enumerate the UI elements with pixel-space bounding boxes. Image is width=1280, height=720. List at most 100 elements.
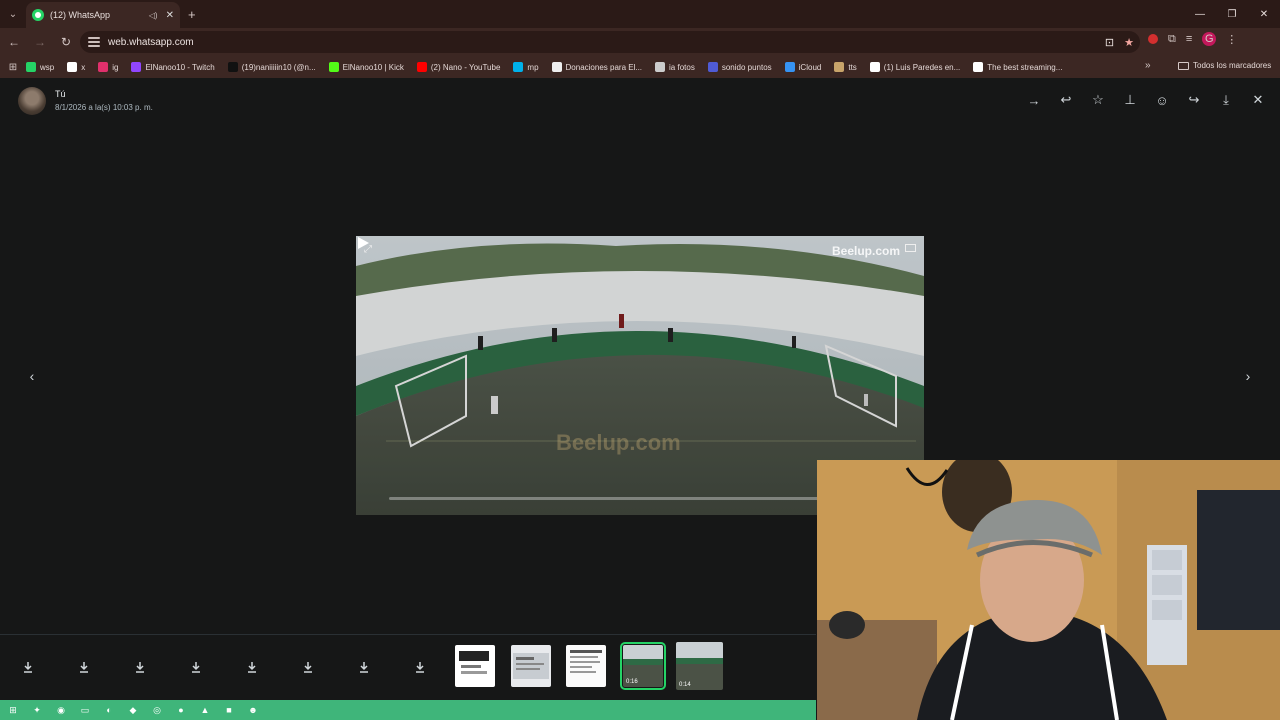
bookmark-label: ig <box>112 62 119 72</box>
x-icon <box>67 62 78 72</box>
speaker-icon[interactable]: ◁) <box>149 11 158 20</box>
go-to-message-icon[interactable]: → <box>1018 90 1050 110</box>
extensions-puzzle-icon[interactable]: ⧉ <box>1168 33 1176 46</box>
taskbar-app-icon[interactable]: ▲ <box>198 703 212 717</box>
all-bookmarks-button[interactable]: Todos los marcadores <box>1178 61 1271 70</box>
bookmark-item[interactable]: ElNanoo10 - Twitch <box>131 62 215 72</box>
media-thumbnail-strip: 0:16 0:14 <box>0 634 816 698</box>
youtube-icon <box>416 62 427 72</box>
picture-in-picture-icon[interactable] <box>905 244 916 252</box>
media-control-icon[interactable]: ≡ <box>1186 33 1192 45</box>
site-info-icon[interactable] <box>88 37 100 47</box>
download-icon <box>24 662 32 673</box>
discord-icon[interactable]: ☻ <box>246 703 260 717</box>
thumbnail-document[interactable] <box>455 645 495 687</box>
apps-grid-icon[interactable]: ⊞ <box>0 62 26 73</box>
star-icon[interactable]: ☆ <box>1082 90 1114 110</box>
new-tab-button[interactable]: + <box>188 7 196 22</box>
thumbnail-screenshot[interactable] <box>511 645 551 687</box>
bookmark-item[interactable]: (19)naniiiiin10 (@n... <box>227 62 316 72</box>
thumbnail-download-button[interactable] <box>280 635 336 699</box>
bookmark-item[interactable]: iCloud <box>784 62 821 72</box>
download-icon <box>136 662 144 673</box>
thumbnail-download-button[interactable] <box>224 635 280 699</box>
thumbnail-video[interactable]: 0:14 <box>676 642 723 690</box>
bookmark-label: (19)naniiiiin10 (@n... <box>241 62 316 72</box>
donation-icon <box>551 62 562 72</box>
browser-menu-icon[interactable]: ⋮ <box>1226 33 1237 46</box>
windows-start-icon[interactable]: ⊞ <box>6 703 20 717</box>
bookmark-item[interactable]: (2) Nano - YouTube <box>416 62 501 72</box>
bookmark-label: mp <box>527 62 539 72</box>
restore-icon[interactable]: ❐ <box>1216 0 1248 28</box>
install-app-icon[interactable]: ⊡ <box>1105 36 1114 49</box>
download-icon[interactable]: ⤓ <box>1210 90 1242 110</box>
spotify-icon[interactable]: ● <box>174 703 188 717</box>
window-controls: — ❐ ✕ <box>1184 0 1280 28</box>
tab-search-icon[interactable]: ⌄ <box>0 0 26 28</box>
play-icon[interactable] <box>356 236 370 250</box>
bookmark-item[interactable]: ig <box>98 62 118 72</box>
forward-icon[interactable]: → <box>28 30 52 54</box>
media-viewer-header: Tú 8/1/2026 a la(s) 10:03 p. m. → ↩ ☆ ⊥ … <box>0 80 1280 120</box>
close-tab-icon[interactable]: ✕ <box>166 10 174 21</box>
folder-icon <box>834 62 845 72</box>
obs-icon[interactable]: ◎ <box>150 703 164 717</box>
browser-tab-bar: ⌄ (12) WhatsApp ◁) ✕ + — ❐ ✕ <box>0 0 1280 28</box>
thumbnail-download-button[interactable] <box>112 635 168 699</box>
reply-icon[interactable]: ↩ <box>1050 90 1082 110</box>
tab-title: (12) WhatsApp <box>50 10 111 20</box>
window-close-icon[interactable]: ✕ <box>1248 0 1280 28</box>
download-icon <box>304 662 312 673</box>
whatsapp-icon <box>26 62 36 72</box>
thumbnail-document-2[interactable] <box>566 645 606 687</box>
emoji-react-icon[interactable]: ☺ <box>1146 90 1178 110</box>
pin-icon[interactable]: ⊥ <box>1114 90 1146 110</box>
bookmark-label: ia fotos <box>669 62 695 72</box>
bookmark-item[interactable]: mp <box>513 62 539 72</box>
tab-whatsapp[interactable]: (12) WhatsApp ◁) ✕ <box>26 2 180 28</box>
bookmark-label: (2) Nano - YouTube <box>430 62 501 72</box>
taskbar-app-icon[interactable]: ■ <box>222 703 236 717</box>
sender-avatar[interactable] <box>18 87 46 115</box>
close-viewer-icon[interactable]: ✕ <box>1242 90 1274 110</box>
bookmark-item[interactable]: tts <box>834 62 857 72</box>
bookmark-item[interactable]: The best streaming... <box>973 62 1062 72</box>
edge-icon[interactable]: ◐ <box>102 703 116 717</box>
bookmark-star-icon[interactable]: ★ <box>1124 36 1134 49</box>
back-icon[interactable]: ← <box>2 30 26 54</box>
bookmark-item[interactable]: x <box>67 62 85 72</box>
url-text[interactable]: web.whatsapp.com <box>108 37 194 48</box>
forward-message-icon[interactable]: ↪ <box>1178 90 1210 110</box>
thumbnail-download-button[interactable] <box>336 635 392 699</box>
chrome-icon[interactable]: ◉ <box>54 703 68 717</box>
bookmarks-overflow-icon[interactable]: » <box>1145 60 1151 71</box>
thumbnail-download-button[interactable] <box>0 635 56 699</box>
omnibox[interactable]: web.whatsapp.com ⊡ ★ <box>80 31 1140 53</box>
file-explorer-icon[interactable]: ▭ <box>78 703 92 717</box>
bookmark-label: ElNanoo10 - Twitch <box>145 62 215 72</box>
taskbar-app-icon[interactable]: ◆ <box>126 703 140 717</box>
bookmark-item[interactable]: sonido puntos <box>707 62 772 72</box>
profile-avatar[interactable]: G <box>1202 32 1217 46</box>
bookmark-item[interactable]: ElNanoo10 | Kick <box>328 62 404 72</box>
extension-icon[interactable] <box>1148 34 1158 44</box>
bookmark-item[interactable]: (1) Luis Paredes en... <box>869 62 960 72</box>
taskbar-app-icon[interactable]: ✦ <box>30 703 44 717</box>
next-media-icon[interactable]: › <box>1238 366 1258 386</box>
download-icon <box>416 662 424 673</box>
previous-media-icon[interactable]: ‹ <box>22 366 42 386</box>
thumbnail-download-button[interactable] <box>168 635 224 699</box>
thumbnail-video-active[interactable]: 0:16 <box>620 642 666 690</box>
thumbnail-download-button[interactable] <box>56 635 112 699</box>
reload-icon[interactable]: ↻ <box>54 30 78 54</box>
bookmark-label: wsp <box>40 62 55 72</box>
whatsapp-icon <box>32 9 44 21</box>
bookmark-item[interactable]: ia fotos <box>655 62 695 72</box>
bookmark-item[interactable]: Donaciones para El... <box>551 62 642 72</box>
webcam-feed <box>817 460 1280 720</box>
minimize-icon[interactable]: — <box>1184 0 1216 28</box>
bookmark-item[interactable]: wsp <box>26 62 54 72</box>
diamond-icon <box>973 62 984 72</box>
thumbnail-download-button[interactable] <box>392 635 448 699</box>
